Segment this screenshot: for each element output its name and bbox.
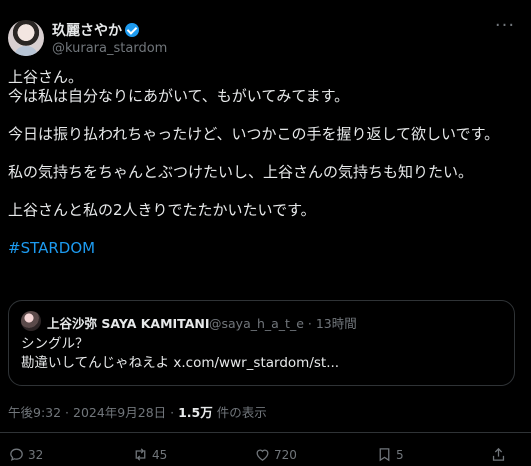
- author-avatar[interactable]: [8, 20, 44, 56]
- like-icon: [256, 449, 269, 461]
- quoted-line: 勘違いしてんじゃねえよ x.com/wwr_stardom/st...: [21, 355, 340, 371]
- reply-button[interactable]: 32: [8, 446, 43, 464]
- view-count: 1.5万: [178, 405, 213, 420]
- author-name[interactable]: 玖麗さやか: [52, 23, 122, 39]
- tweet-line: 上谷さんと私の2人きりでたたかいたいです。: [8, 201, 316, 219]
- reply-icon: [10, 448, 23, 461]
- action-bar: 32 45 720 5: [0, 446, 531, 466]
- quoted-text: シングル？ 勘違いしてんじゃねえよ x.com/wwr_stardom/st..…: [21, 335, 501, 373]
- repost-icon: [135, 448, 146, 461]
- author-name-row[interactable]: 玖麗さやか: [52, 20, 139, 40]
- tweet-line: 私の気持ちをちゃんとぶつけたいし、上谷さんの気持ちも知りたい。: [8, 163, 474, 181]
- divider: [0, 432, 531, 433]
- like-button[interactable]: 720: [254, 446, 297, 464]
- bookmark-count: 5: [396, 448, 404, 462]
- tweet-line: 上谷さん。: [8, 68, 84, 86]
- repost-button[interactable]: 45: [132, 446, 167, 464]
- share-icon: [492, 447, 505, 461]
- tweet-line: 今日は振り払われちゃったけど、いつかこの手を握り返して欲しいです。: [8, 125, 500, 143]
- quoted-line: シングル？: [21, 336, 89, 352]
- author-handle[interactable]: @kurara_stardom: [52, 41, 167, 56]
- repost-count: 45: [152, 448, 168, 462]
- bookmark-button[interactable]: 5: [376, 446, 404, 464]
- tweet-line: 今は私は自分なりにあがいて、もがいてみてます。: [8, 87, 350, 105]
- share-button[interactable]: [490, 446, 510, 464]
- tweet-text: 上谷さん。 今は私は自分なりにあがいて、もがいてみてます。 今日は振り払われちゃ…: [8, 68, 513, 258]
- tweet-timestamp: 午後9:32 · 2024年9月28日 · 1.5万 件の表示: [8, 402, 267, 421]
- view-label: 件の表示: [212, 405, 267, 420]
- quoted-author-name: 上谷沙弥 SAYA KAMITANI: [47, 316, 210, 331]
- quoted-author-avatar: [21, 311, 41, 331]
- verified-badge-icon: [125, 23, 139, 37]
- quoted-author-meta: @saya_h_a_t_e · 13時間: [209, 316, 357, 331]
- more-icon[interactable]: ···: [493, 17, 517, 42]
- timestamp-time[interactable]: 午後9:32 · 2024年9月28日 ·: [8, 405, 178, 420]
- bookmark-icon: [379, 448, 390, 462]
- quoted-tweet[interactable]: 上谷沙弥 SAYA KAMITANI @saya_h_a_t_e · 13時間 …: [8, 300, 515, 386]
- hashtag-link[interactable]: #STARDOM: [8, 239, 513, 258]
- like-count: 720: [274, 448, 297, 462]
- reply-count: 32: [28, 448, 44, 462]
